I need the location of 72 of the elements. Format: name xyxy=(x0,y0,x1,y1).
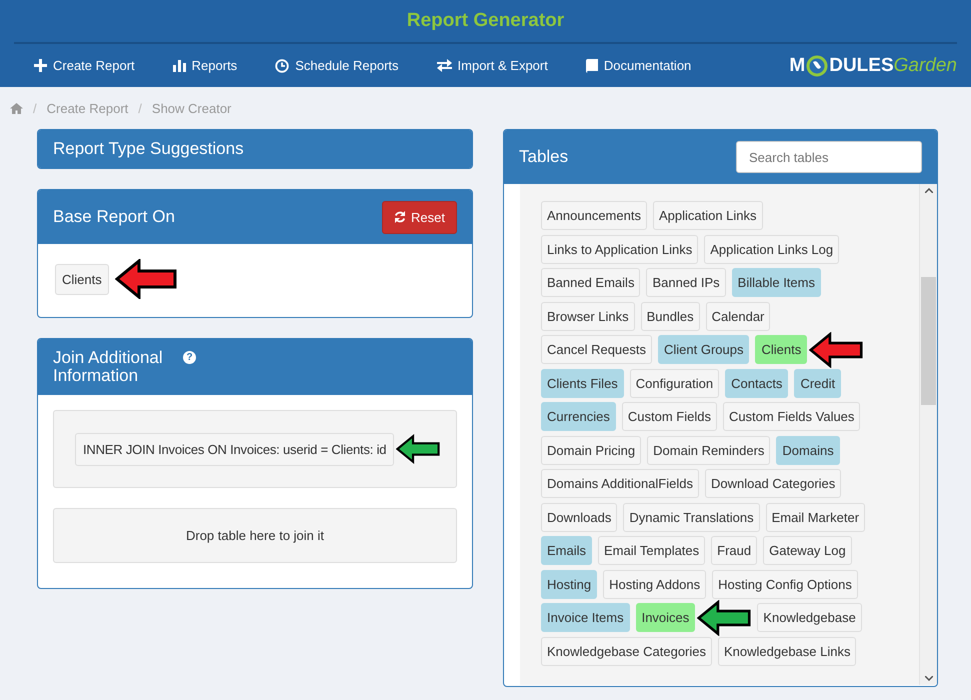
breadcrumb-separator: / xyxy=(138,100,142,116)
table-tag[interactable]: Email Marketer xyxy=(766,502,866,532)
table-tag[interactable]: Gateway Log xyxy=(763,536,852,565)
help-icon[interactable]: ? xyxy=(183,351,196,364)
table-tag[interactable]: Downloads xyxy=(541,502,618,532)
table-tag[interactable]: Calendar xyxy=(706,302,770,330)
table-tag[interactable]: Links to Application Links xyxy=(541,234,698,264)
nav-link[interactable]: Schedule Reports xyxy=(275,58,399,73)
panel-title: Base Report On xyxy=(53,207,176,227)
table-tag[interactable]: Domain Reminders xyxy=(647,436,770,464)
table-tag[interactable]: Knowledgebase xyxy=(757,603,862,632)
table-tag[interactable]: Email Templates xyxy=(598,536,706,565)
breadcrumb-item: Show Creator xyxy=(152,100,232,116)
nav-link[interactable]: Create Report xyxy=(34,58,135,73)
table-tag[interactable]: Credit xyxy=(794,368,842,398)
drop-zone[interactable]: Drop table here to join it xyxy=(53,508,457,563)
table-tag[interactable]: Invoice Items xyxy=(541,603,630,632)
nav-link[interactable]: Import & Export xyxy=(436,58,548,73)
scroll-down-icon[interactable] xyxy=(924,676,932,681)
reset-button[interactable]: Reset xyxy=(382,200,457,234)
join-condition[interactable]: INNER JOIN Invoices ON Invoices: userid = Clients: id xyxy=(75,432,394,466)
panel-title: Join Additional Information xyxy=(53,349,164,385)
table-tag[interactable]: Knowledgebase Links xyxy=(718,636,856,666)
table-tag[interactable]: Emails xyxy=(541,536,592,565)
clock-icon xyxy=(275,58,290,72)
breadcrumb-separator: / xyxy=(33,100,37,116)
table-tag[interactable]: Bundles xyxy=(640,302,700,330)
table-tag[interactable]: Clients xyxy=(55,264,109,294)
scroll-up-icon[interactable] xyxy=(924,188,932,193)
table-tag[interactable]: Clients Files xyxy=(541,368,624,398)
table-tag[interactable]: Domains xyxy=(776,436,840,464)
table-tag[interactable]: Fraud xyxy=(711,536,758,565)
table-tag[interactable]: Contacts xyxy=(725,368,788,398)
table-tag[interactable]: Currencies xyxy=(541,402,616,431)
table-tag[interactable]: Knowledgebase Categories xyxy=(541,636,712,666)
table-tag[interactable]: Custom Fields xyxy=(622,402,717,431)
search-field[interactable]: Search tables xyxy=(736,141,922,173)
table-tag[interactable]: Client Groups xyxy=(658,335,750,364)
table-tag[interactable]: Banned Emails xyxy=(541,268,640,297)
table-tag[interactable]: Custom Fields Values xyxy=(722,402,860,431)
table-tag[interactable]: Clients xyxy=(755,335,808,364)
plus-icon xyxy=(34,59,47,72)
table-tag[interactable]: Hosting Config Options xyxy=(712,570,858,598)
swap-arrows-icon xyxy=(436,59,452,72)
refresh-icon xyxy=(394,211,406,223)
table-tag[interactable]: Announcements xyxy=(541,201,647,230)
table-tag[interactable]: Cancel Requests xyxy=(541,335,652,364)
table-tag[interactable]: Invoices xyxy=(636,603,696,632)
scrollbar[interactable] xyxy=(920,184,937,685)
panel-title: Report Type Suggestions xyxy=(53,139,245,159)
table-tag[interactable]: Billable Items xyxy=(732,268,821,297)
home-icon[interactable] xyxy=(10,102,23,114)
book-icon xyxy=(586,58,598,72)
table-tag[interactable]: Domains AdditionalFields xyxy=(541,469,699,498)
table-tag[interactable]: Download Categories xyxy=(704,469,842,498)
table-tag[interactable]: Dynamic Translations xyxy=(623,502,760,532)
globe-icon xyxy=(806,54,828,76)
bar-chart-icon xyxy=(172,59,186,72)
table-tag[interactable]: Domain Pricing xyxy=(541,436,642,464)
app-title: Report Generator xyxy=(14,0,957,44)
table-tag[interactable]: Application Links xyxy=(652,201,763,230)
table-tag[interactable]: Application Links Log xyxy=(704,234,840,264)
nav-link[interactable]: Documentation xyxy=(586,58,692,73)
table-tag[interactable]: Hosting xyxy=(541,570,598,598)
scrollbar-thumb[interactable] xyxy=(921,277,936,405)
panel-title: Tables xyxy=(519,147,570,167)
brand-logo: M DULESGarden xyxy=(789,54,957,76)
nav-link[interactable]: Reports xyxy=(172,58,238,73)
table-tag[interactable]: Banned IPs xyxy=(646,268,726,297)
table-tag[interactable]: Configuration xyxy=(630,368,720,398)
table-tag[interactable]: Browser Links xyxy=(541,302,635,330)
table-tag[interactable]: Hosting Addons xyxy=(603,570,706,598)
